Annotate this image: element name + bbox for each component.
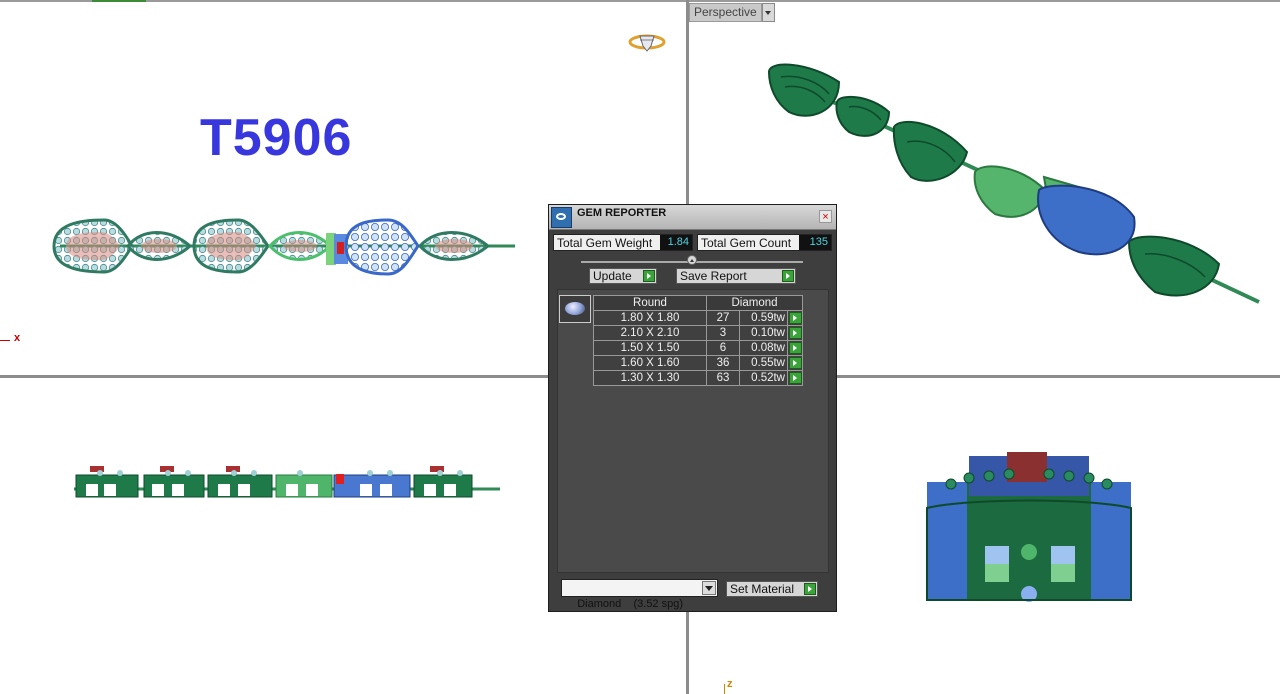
gem-size: 1.60 X 1.60 — [593, 355, 707, 371]
row-action[interactable] — [787, 325, 803, 341]
axis-z-indicator: z — [724, 678, 733, 694]
play-arrow-icon[interactable] — [789, 372, 802, 384]
gem-count: 27 — [706, 310, 740, 326]
total-gem-weight-label: Total Gem Weight — [557, 236, 653, 250]
row-action[interactable] — [787, 340, 803, 356]
set-material-button[interactable]: Set Material — [726, 581, 818, 597]
play-arrow-icon[interactable] — [789, 357, 802, 369]
play-arrow-icon — [643, 270, 655, 282]
row-action[interactable] — [787, 355, 803, 371]
gem-size: 2.10 X 2.10 — [593, 325, 707, 341]
slider-handle[interactable] — [687, 255, 697, 265]
gem-count: 63 — [706, 370, 740, 386]
round-gem-icon[interactable] — [559, 295, 591, 323]
dialog-title-bar[interactable]: GEM REPORTER × — [549, 205, 836, 230]
play-arrow-icon[interactable] — [789, 312, 802, 324]
gem-weight: 0.55tw — [739, 355, 788, 371]
chevron-down-icon[interactable] — [762, 3, 775, 22]
total-gem-count-value: 135 — [799, 235, 831, 250]
update-button-label: Update — [593, 269, 632, 283]
gem-size: 1.80 X 1.80 — [593, 310, 707, 326]
table-row[interactable]: 2.10 X 2.10 3 0.10tw — [593, 325, 803, 341]
row-action[interactable] — [787, 370, 803, 386]
total-gem-weight-value: 1.84 — [660, 235, 692, 250]
gem-list-panel: Round Diamond 1.80 X 1.80 27 0.59tw 2.10… — [557, 289, 829, 573]
table-row[interactable]: 1.80 X 1.80 27 0.59tw — [593, 310, 803, 326]
material-header: Diamond — [706, 295, 803, 311]
total-gem-weight: Total Gem Weight 1.84 — [553, 234, 693, 251]
save-report-button[interactable]: Save Report — [676, 268, 796, 284]
gem-count: 3 — [706, 325, 740, 341]
play-arrow-icon — [782, 270, 794, 282]
gem-reporter-logo-icon — [551, 207, 572, 228]
update-button[interactable]: Update — [589, 268, 657, 284]
gem-size: 1.50 X 1.50 — [593, 340, 707, 356]
material-select[interactable]: Diamond (3.52 spg) — [561, 579, 718, 610]
play-arrow-icon — [804, 583, 816, 595]
gem-table: Round Diamond 1.80 X 1.80 27 0.59tw 2.10… — [593, 295, 803, 386]
gem-weight: 0.10tw — [739, 325, 788, 341]
row-action[interactable] — [787, 310, 803, 326]
total-gem-count-label: Total Gem Count — [701, 236, 792, 250]
gem-size: 1.30 X 1.30 — [593, 370, 707, 386]
set-material-button-label: Set Material — [730, 582, 795, 596]
play-arrow-icon[interactable] — [789, 327, 802, 339]
table-row[interactable]: 1.50 X 1.50 6 0.08tw — [593, 340, 803, 356]
dialog-title: GEM REPORTER — [577, 207, 667, 219]
viewport-view-selector[interactable]: Perspective — [689, 3, 762, 22]
gem-weight: 0.08tw — [739, 340, 788, 356]
table-row[interactable]: 1.60 X 1.60 36 0.55tw — [593, 355, 803, 371]
total-gem-count: Total Gem Count 135 — [697, 234, 832, 251]
play-arrow-icon[interactable] — [789, 342, 802, 354]
gem-weight: 0.52tw — [739, 370, 788, 386]
shape-header: Round — [593, 295, 707, 311]
table-row[interactable]: 1.30 X 1.30 63 0.52tw — [593, 370, 803, 386]
close-icon[interactable]: × — [819, 210, 832, 223]
gem-count: 36 — [706, 355, 740, 371]
gem-count: 6 — [706, 340, 740, 356]
save-report-button-label: Save Report — [680, 269, 747, 283]
gem-reporter-dialog: GEM REPORTER × Total Gem Weight 1.84 Tot… — [548, 204, 837, 612]
gem-weight: 0.59tw — [739, 310, 788, 326]
material-select-value: Diamond (3.52 spg) — [577, 598, 684, 610]
axis-x-indicator: x — [0, 332, 20, 344]
chevron-down-icon[interactable] — [702, 581, 716, 595]
